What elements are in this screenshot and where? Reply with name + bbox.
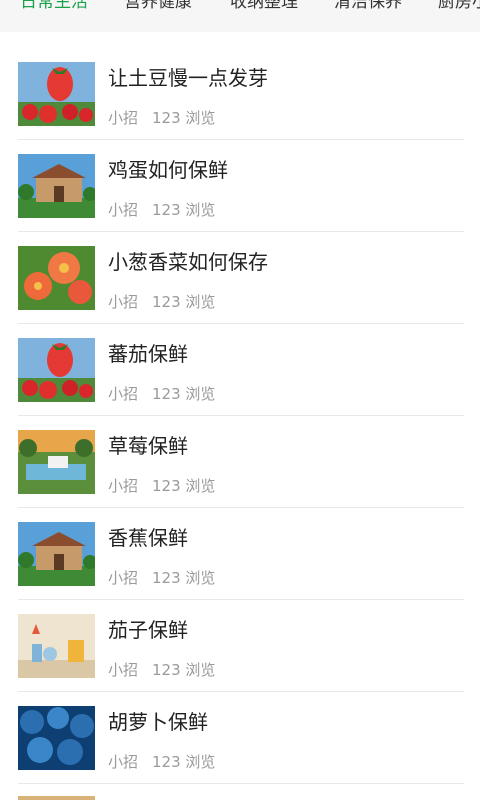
tab-nutrition-health[interactable]: 营养健康 bbox=[124, 0, 192, 13]
article-title: 让土豆慢一点发芽 bbox=[108, 66, 268, 90]
article-meta: 小招 123 浏览 bbox=[108, 384, 215, 404]
category-tab-bar: 日常生活 营养健康 收纳整理 清洁保养 厨房小 bbox=[0, 0, 480, 32]
blue-berries-thumbnail bbox=[18, 706, 95, 770]
tab-cleaning-care[interactable]: 清洁保养 bbox=[334, 0, 402, 13]
article-title: 小葱香菜如何保存 bbox=[108, 250, 268, 274]
article-category: 小招 bbox=[108, 753, 139, 771]
list-item[interactable]: 鸡蛋如何保鲜 小招 123 浏览 bbox=[0, 140, 480, 232]
shelf-thumbnail bbox=[18, 614, 95, 678]
article-list: 让土豆慢一点发芽 小招 123 浏览 鸡蛋如何保鲜 小招 123 浏览 小葱香菜… bbox=[0, 48, 480, 784]
article-category: 小招 bbox=[108, 661, 139, 679]
list-item[interactable]: 小葱香菜如何保存 小招 123 浏览 bbox=[0, 232, 480, 324]
view-count: 123 浏览 bbox=[152, 569, 216, 587]
house-thumbnail bbox=[18, 154, 95, 218]
list-item[interactable]: 蕃茄保鲜 小招 123 浏览 bbox=[0, 324, 480, 416]
article-title: 蕃茄保鲜 bbox=[108, 342, 188, 366]
list-item[interactable]: 让土豆慢一点发芽 小招 123 浏览 bbox=[0, 48, 480, 140]
view-count: 123 浏览 bbox=[152, 661, 216, 679]
article-meta: 小招 123 浏览 bbox=[108, 660, 215, 680]
article-meta: 小招 123 浏览 bbox=[108, 752, 215, 772]
article-category: 小招 bbox=[108, 293, 139, 311]
list-item[interactable]: 草莓保鲜 小招 123 浏览 bbox=[0, 416, 480, 508]
next-item-thumbnail bbox=[18, 796, 95, 800]
landscape-thumbnail bbox=[18, 430, 95, 494]
article-meta: 小招 123 浏览 bbox=[108, 476, 215, 496]
divider bbox=[18, 783, 464, 784]
view-count: 123 浏览 bbox=[152, 109, 216, 127]
view-count: 123 浏览 bbox=[152, 293, 216, 311]
list-item[interactable]: 香蕉保鲜 小招 123 浏览 bbox=[0, 508, 480, 600]
strawberry-thumbnail bbox=[18, 338, 95, 402]
house-thumbnail bbox=[18, 522, 95, 586]
view-count: 123 浏览 bbox=[152, 477, 216, 495]
article-category: 小招 bbox=[108, 109, 139, 127]
article-meta: 小招 123 浏览 bbox=[108, 292, 215, 312]
view-count: 123 浏览 bbox=[152, 753, 216, 771]
article-title: 草莓保鲜 bbox=[108, 434, 188, 458]
tab-storage-organize[interactable]: 收纳整理 bbox=[230, 0, 298, 13]
article-title: 胡萝卜保鲜 bbox=[108, 710, 208, 734]
article-title: 香蕉保鲜 bbox=[108, 526, 188, 550]
article-meta: 小招 123 浏览 bbox=[108, 200, 215, 220]
article-category: 小招 bbox=[108, 477, 139, 495]
article-category: 小招 bbox=[108, 385, 139, 403]
strawberry-thumbnail bbox=[18, 62, 95, 126]
article-title: 茄子保鲜 bbox=[108, 618, 188, 642]
view-count: 123 浏览 bbox=[152, 385, 216, 403]
flowers-thumbnail bbox=[18, 246, 95, 310]
article-title: 鸡蛋如何保鲜 bbox=[108, 158, 228, 182]
article-meta: 小招 123 浏览 bbox=[108, 108, 215, 128]
tab-kitchen[interactable]: 厨房小 bbox=[438, 0, 480, 13]
list-item[interactable]: 茄子保鲜 小招 123 浏览 bbox=[0, 600, 480, 692]
tab-daily-life[interactable]: 日常生活 bbox=[20, 0, 88, 13]
article-meta: 小招 123 浏览 bbox=[108, 568, 215, 588]
list-item[interactable]: 胡萝卜保鲜 小招 123 浏览 bbox=[0, 692, 480, 784]
article-category: 小招 bbox=[108, 569, 139, 587]
article-category: 小招 bbox=[108, 201, 139, 219]
view-count: 123 浏览 bbox=[152, 201, 216, 219]
